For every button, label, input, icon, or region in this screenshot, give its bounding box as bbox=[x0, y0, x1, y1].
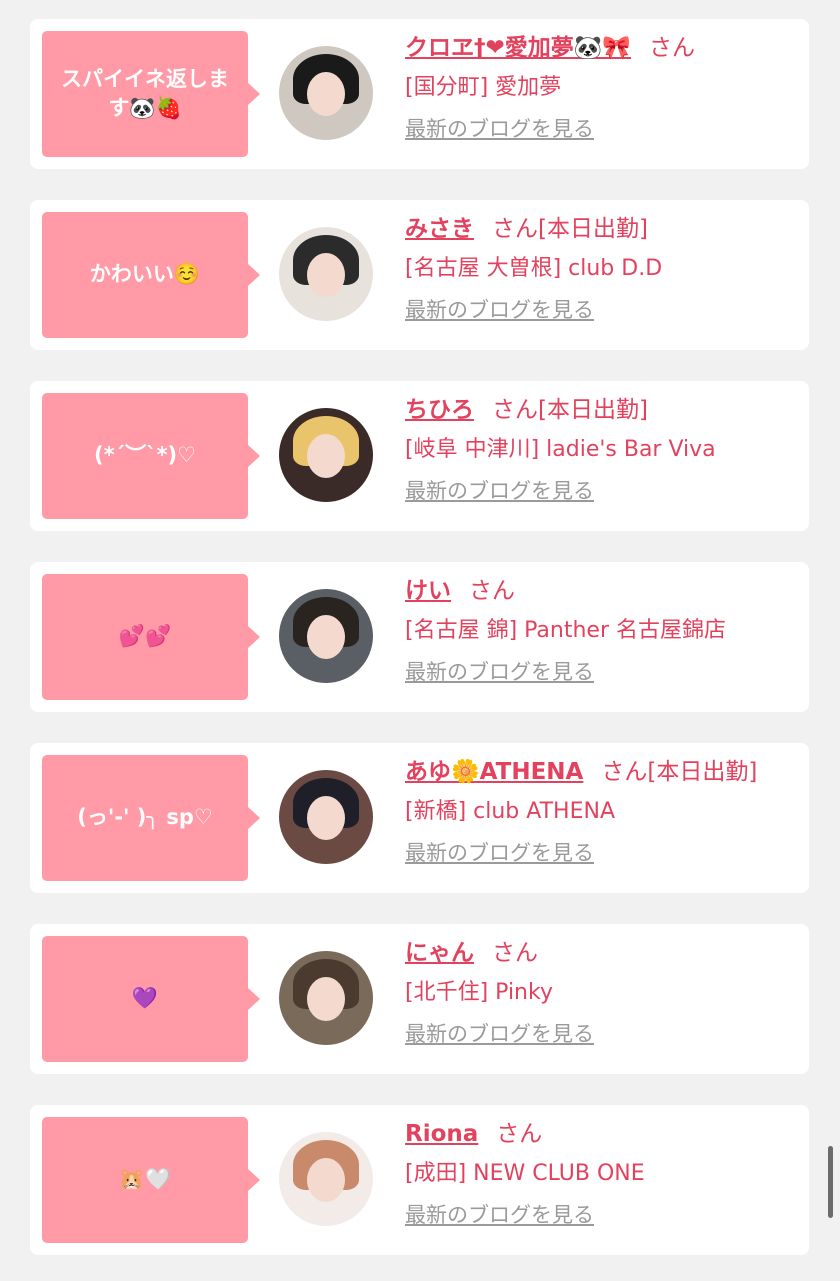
comment-bubble: 💜 bbox=[42, 936, 260, 1062]
honorific: さん bbox=[496, 1121, 543, 1147]
blog-card: (っ'-' )╮ sp♡ あゆ🌼ATHENA さん[本日出勤] [新橋] club… bbox=[30, 743, 809, 893]
latest-blog-link[interactable]: 最新のブログを見る bbox=[405, 1014, 594, 1054]
work-status: [本日出勤] bbox=[647, 759, 758, 785]
shop-name: [成田] NEW CLUB ONE bbox=[405, 1161, 645, 1186]
shop-name: [国分町] 愛加夢 bbox=[405, 75, 562, 100]
avatar-face bbox=[307, 796, 345, 840]
blog-card: スパイイネ返します🐼🍓 クロヱ†❤愛加夢🐼🎀 さん [国分町] 愛加夢 最新のブロ… bbox=[30, 19, 809, 169]
cast-name-link[interactable]: けい bbox=[405, 578, 451, 604]
comment-bubble: (っ'-' )╮ sp♡ bbox=[42, 755, 260, 881]
honorific: さん bbox=[649, 35, 696, 61]
cast-info: あゆ🌼ATHENA さん[本日出勤] [新橋] club ATHENA 最新のブロ… bbox=[405, 753, 805, 873]
cast-name-link[interactable]: にゃん bbox=[405, 940, 474, 966]
honorific: さん bbox=[492, 397, 538, 423]
cast-info: Riona さん [成田] NEW CLUB ONE 最新のブログを見る bbox=[405, 1115, 805, 1235]
cast-info: クロヱ†❤愛加夢🐼🎀 さん [国分町] 愛加夢 最新のブログを見る bbox=[405, 29, 805, 149]
cast-name-link[interactable]: ちひろ bbox=[405, 397, 474, 423]
name-line: クロヱ†❤愛加夢🐼🎀 さん bbox=[405, 29, 805, 67]
avatar[interactable] bbox=[279, 770, 373, 864]
scrollbar[interactable] bbox=[828, 1146, 833, 1218]
avatar[interactable] bbox=[279, 46, 373, 140]
cast-name-link[interactable]: Riona bbox=[405, 1121, 478, 1147]
comment-bubble: かわいい☺️ bbox=[42, 212, 260, 338]
cast-info: みさき さん[本日出勤] [名古屋 大曽根] club D.D 最新のブログを見る bbox=[405, 210, 805, 330]
avatar-face bbox=[307, 615, 345, 659]
cast-info: にゃん さん [北千住] Pinky 最新のブログを見る bbox=[405, 934, 805, 1054]
comment-bubble: 💕💕 bbox=[42, 574, 260, 700]
name-line: ちひろ さん[本日出勤] bbox=[405, 391, 805, 429]
name-line: にゃん さん bbox=[405, 934, 805, 972]
latest-blog-link[interactable]: 最新のブログを見る bbox=[405, 109, 594, 149]
name-line: けい さん bbox=[405, 572, 805, 610]
blog-card: かわいい☺️ みさき さん[本日出勤] [名古屋 大曽根] club D.D 最新… bbox=[30, 200, 809, 350]
cast-name-link[interactable]: クロヱ†❤愛加夢🐼🎀 bbox=[405, 35, 631, 61]
blog-card: 💕💕 けい さん [名古屋 錦] Panther 名古屋錦店 最新のブログを見る bbox=[30, 562, 809, 712]
work-status: [本日出勤] bbox=[538, 216, 648, 242]
honorific: さん bbox=[492, 216, 538, 242]
latest-blog-link[interactable]: 最新のブログを見る bbox=[405, 290, 594, 330]
name-line: みさき さん[本日出勤] bbox=[405, 210, 805, 248]
latest-blog-link[interactable]: 最新のブログを見る bbox=[405, 1195, 594, 1235]
shop-name: [名古屋 大曽根] club D.D bbox=[405, 256, 663, 281]
work-status: [本日出勤] bbox=[538, 397, 648, 423]
honorific: さん bbox=[601, 759, 648, 785]
avatar-face bbox=[307, 72, 345, 116]
honorific: さん bbox=[469, 578, 515, 604]
comment-bubble: スパイイネ返します🐼🍓 bbox=[42, 31, 260, 157]
avatar-face bbox=[307, 1158, 345, 1202]
cast-info: けい さん [名古屋 錦] Panther 名古屋錦店 最新のブログを見る bbox=[405, 572, 805, 692]
avatar[interactable] bbox=[279, 227, 373, 321]
name-line: あゆ🌼ATHENA さん[本日出勤] bbox=[405, 753, 805, 791]
latest-blog-link[interactable]: 最新のブログを見る bbox=[405, 471, 594, 511]
comment-bubble: (*´︶`*)♡ bbox=[42, 393, 260, 519]
cast-name-link[interactable]: みさき bbox=[405, 216, 474, 242]
avatar-face bbox=[307, 434, 345, 478]
avatar[interactable] bbox=[279, 951, 373, 1045]
name-line: Riona さん bbox=[405, 1115, 805, 1153]
latest-blog-link[interactable]: 最新のブログを見る bbox=[405, 833, 594, 873]
blog-card: 💜 にゃん さん [北千住] Pinky 最新のブログを見る bbox=[30, 924, 809, 1074]
shop-name: [北千住] Pinky bbox=[405, 980, 553, 1005]
blog-card: 🐹🤍 Riona さん [成田] NEW CLUB ONE 最新のブログを見る bbox=[30, 1105, 809, 1255]
avatar[interactable] bbox=[279, 408, 373, 502]
avatar[interactable] bbox=[279, 589, 373, 683]
avatar-face bbox=[307, 977, 345, 1021]
shop-name: [岐阜 中津川] ladie's Bar Viva bbox=[405, 437, 716, 462]
cast-info: ちひろ さん[本日出勤] [岐阜 中津川] ladie's Bar Viva 最新… bbox=[405, 391, 805, 511]
cast-name-link[interactable]: あゆ🌼ATHENA bbox=[405, 759, 583, 785]
avatar-face bbox=[307, 253, 345, 297]
honorific: さん bbox=[492, 940, 538, 966]
blog-card: (*´︶`*)♡ ちひろ さん[本日出勤] [岐阜 中津川] ladie's Ba… bbox=[30, 381, 809, 531]
latest-blog-link[interactable]: 最新のブログを見る bbox=[405, 652, 594, 692]
avatar[interactable] bbox=[279, 1132, 373, 1226]
comment-bubble: 🐹🤍 bbox=[42, 1117, 260, 1243]
shop-name: [新橋] club ATHENA bbox=[405, 799, 615, 824]
shop-name: [名古屋 錦] Panther 名古屋錦店 bbox=[405, 618, 726, 643]
